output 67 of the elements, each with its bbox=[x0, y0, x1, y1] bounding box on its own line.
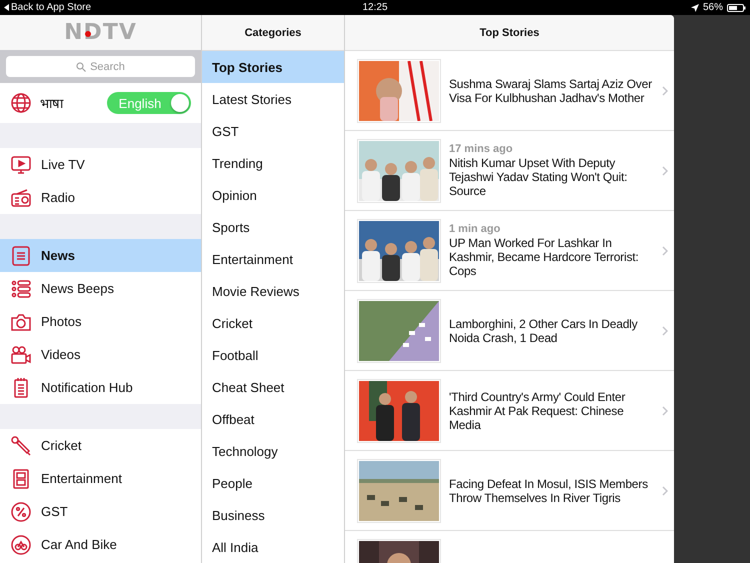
category-item[interactable]: Football bbox=[202, 339, 344, 371]
logo: NDTV bbox=[64, 20, 137, 45]
list-icon bbox=[10, 278, 32, 300]
category-item[interactable]: Technology bbox=[202, 435, 344, 467]
story-headline: 'Third Country's Army' Could Enter Kashmir At Pak Request: Chinese Media bbox=[449, 390, 626, 432]
story-item[interactable]: 17 mins ago Nitish Kumar Upset With Deputy Tejashwi Yadav Stating Won't Quit: Source bbox=[345, 131, 674, 211]
globe-icon bbox=[10, 92, 32, 114]
menu-item[interactable]: News bbox=[0, 239, 201, 272]
chevron-icon bbox=[662, 246, 668, 256]
menu-item[interactable]: Entertainment bbox=[0, 462, 201, 495]
menu-item[interactable]: Notification Hub bbox=[0, 371, 201, 404]
category-item[interactable]: Trending bbox=[202, 147, 344, 179]
category-item[interactable]: Business bbox=[202, 499, 344, 531]
category-item[interactable]: Latest Stories bbox=[202, 83, 344, 115]
category-item[interactable]: Cricket bbox=[202, 307, 344, 339]
search-icon bbox=[76, 62, 86, 72]
menu-item[interactable]: Live TV bbox=[0, 148, 201, 181]
story-headline: Nitish Kumar Upset With Deputy Tejashwi Yadav Stating Won't Quit: Source bbox=[449, 156, 628, 198]
column-title: Top Stories bbox=[480, 26, 540, 38]
category-item[interactable]: Opinion bbox=[202, 179, 344, 211]
story-time: 1 min ago bbox=[449, 223, 502, 235]
category-item[interactable]: GST bbox=[202, 115, 344, 147]
category-item[interactable]: Cheat Sheet bbox=[202, 371, 344, 403]
video-camera-icon bbox=[10, 344, 32, 366]
chevron-icon bbox=[662, 86, 668, 96]
percent-icon bbox=[10, 500, 32, 522]
category-item[interactable]: All India bbox=[202, 531, 344, 563]
story-headline: Facing Defeat In Mosul, ISIS Members Throw Themselves In River Tigris bbox=[449, 476, 649, 504]
back-link[interactable]: Back to App Store bbox=[11, 2, 92, 13]
chevron-icon bbox=[662, 166, 668, 176]
story-headline: Lamborghini, 2 Other Cars In Deadly Noida Crash, 1 Dead bbox=[449, 316, 638, 344]
cricket-bat-icon bbox=[10, 434, 32, 456]
back-icon bbox=[4, 4, 9, 11]
story-item[interactable]: Lamborghini, 2 Other Cars In Deadly Noida Crash, 1 Dead bbox=[345, 291, 674, 371]
menu-item[interactable]: News Beeps bbox=[0, 272, 201, 305]
category-item[interactable]: Movie Reviews bbox=[202, 275, 344, 307]
category-item[interactable]: Sports bbox=[202, 211, 344, 243]
battery-percent: 56% bbox=[702, 2, 723, 13]
tv-icon bbox=[10, 154, 32, 176]
chevron-icon bbox=[662, 406, 668, 416]
story-item[interactable]: 'Third Country's Army' Could Enter Kashmir At Pak Request: Chinese Media bbox=[345, 371, 674, 451]
chevron-icon bbox=[662, 486, 668, 496]
radio-icon bbox=[10, 186, 32, 208]
category-item[interactable]: Entertainment bbox=[202, 243, 344, 275]
story-time: 17 mins ago bbox=[449, 143, 514, 155]
menu-item[interactable]: GST bbox=[0, 495, 201, 528]
story-headline: Sushma Swaraj Slams Sartaj Aziz Over Visa For Kulbhushan Jadhav's Mother bbox=[449, 76, 653, 104]
battery-icon bbox=[727, 4, 746, 12]
chevron-icon bbox=[662, 326, 668, 336]
menu-item[interactable]: Radio bbox=[0, 181, 201, 214]
story-headline: UP Man Worked For Lashkar In Kashmir, Became Hardcore Terrorist: Cops bbox=[449, 236, 640, 278]
menu-item[interactable]: Videos bbox=[0, 338, 201, 371]
status-time: 12:25 bbox=[362, 2, 388, 13]
menu-item[interactable]: Cricket bbox=[0, 429, 201, 462]
language-label: भाषा bbox=[40, 95, 63, 112]
story-item[interactable]: 1 min ago UP Man Worked For Lashkar In Kashmir, Became Hardcore Terrorist: Cops bbox=[345, 211, 674, 291]
category-item[interactable]: Offbeat bbox=[202, 403, 344, 435]
location-icon bbox=[690, 4, 699, 12]
bike-icon bbox=[10, 534, 32, 556]
menu-item[interactable]: Car And Bike bbox=[0, 528, 201, 561]
story-item[interactable]: Facing Defeat In Mosul, ISIS Members Throw Themselves In River Tigris bbox=[345, 451, 674, 531]
category-item[interactable]: Top Stories bbox=[202, 51, 344, 83]
column-title: Categories bbox=[244, 26, 302, 38]
list-icon bbox=[10, 244, 32, 266]
menu-item[interactable]: Photos bbox=[0, 305, 201, 338]
category-item[interactable]: People bbox=[202, 467, 344, 499]
story-item[interactable]: Sushma Swaraj Slams Sartaj Aziz Over Visa For Kulbhushan Jadhav's Mother bbox=[345, 51, 674, 131]
